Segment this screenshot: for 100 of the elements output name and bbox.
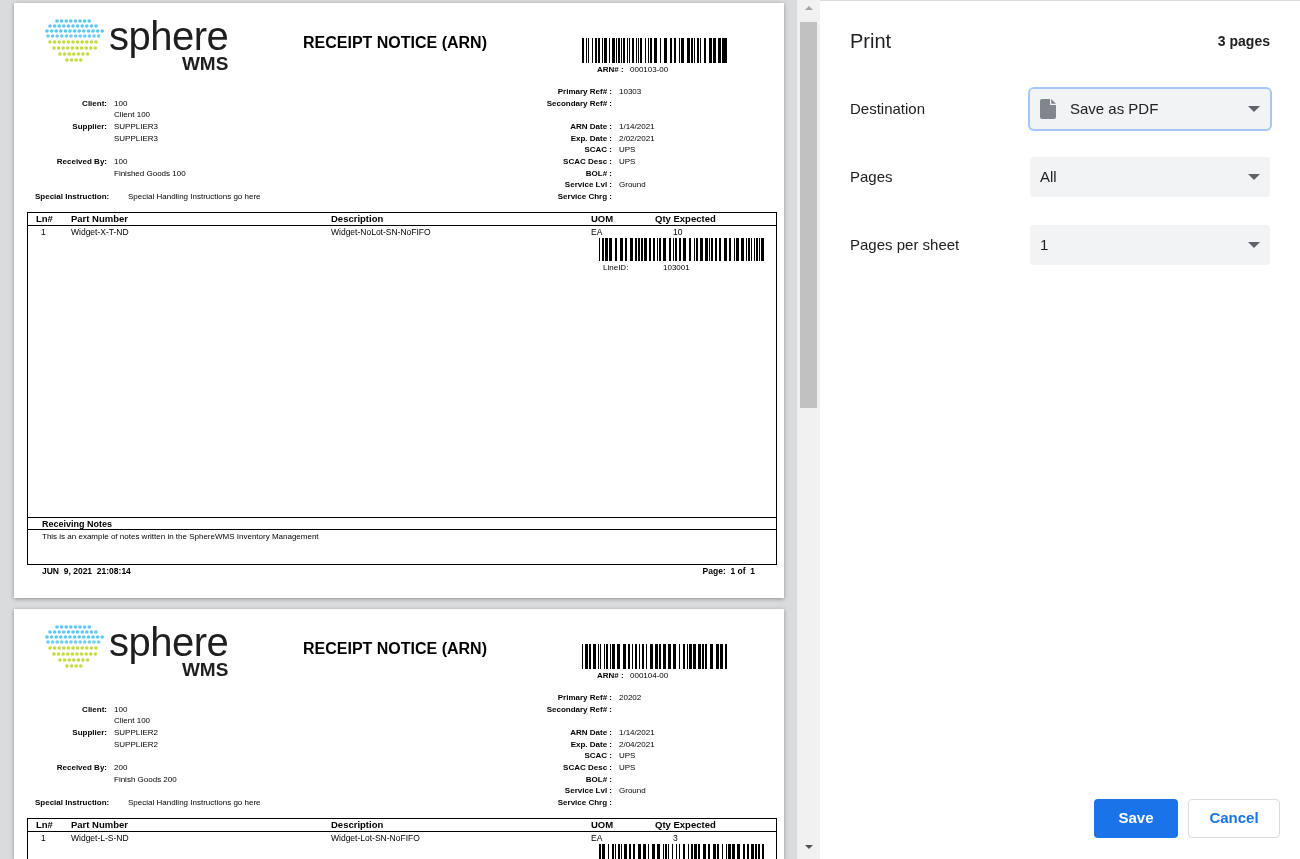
field-label: Received By: <box>56 762 107 774</box>
field-value: UPS <box>619 750 636 762</box>
field-value: 1/14/2021 <box>619 726 655 739</box>
table-cell: EA <box>591 226 603 238</box>
field-value: Finished Goods 100 <box>114 167 186 180</box>
field-label: SCAC Desc : <box>563 155 612 168</box>
field-value: Ground <box>619 179 646 191</box>
field-value: 000103-00 <box>630 65 669 74</box>
table-cell: 3 <box>673 832 678 844</box>
save-button[interactable]: Save <box>1094 799 1178 838</box>
dotted-sphere-icon <box>45 19 105 65</box>
field-value: 100 <box>114 156 128 168</box>
column-header: UOM <box>591 212 614 225</box>
logo-suffix: WMS <box>181 55 229 73</box>
field-value: 2/02/2021 <box>619 132 655 145</box>
table-cell: Widget-L-S-ND <box>71 832 129 844</box>
field-value: 100 <box>114 703 128 716</box>
setting-label: Pages per sheet <box>850 236 961 254</box>
column-header: Part Number <box>71 818 128 831</box>
field-label: ARN# : <box>597 671 624 680</box>
panel-title: Print <box>850 29 892 53</box>
field-label: Supplier: <box>72 121 107 133</box>
dotted-sphere-icon <box>45 625 105 671</box>
caret-icon <box>1248 106 1260 112</box>
page-count: 3 pages <box>1217 32 1270 50</box>
page-number: Page: 1 of 1 <box>702 565 755 577</box>
document-title: RECEIPT NOTICE (ARN) <box>303 34 487 53</box>
scroll-up-icon[interactable] <box>804 6 813 10</box>
field-value: 103001 <box>663 261 690 273</box>
field-label: SCAC : <box>584 750 612 762</box>
field-label: BOL# : <box>585 773 612 786</box>
field-label: ARN Date : <box>570 726 612 739</box>
column-header: Description <box>331 818 384 831</box>
field-value: 000104-00 <box>630 671 669 680</box>
scrollbar-thumb[interactable] <box>800 22 817 408</box>
field-value: 2/04/2021 <box>619 738 655 751</box>
field-label: ARN Date : <box>570 120 612 133</box>
field-value: SUPPLIER2 <box>114 738 159 751</box>
field-label: Supplier: <box>72 727 107 739</box>
column-header: Description <box>331 212 384 225</box>
column-header: Qty Expected <box>655 818 716 831</box>
field-value: Ground <box>619 785 646 797</box>
field-label: Service Chrg : <box>557 190 612 203</box>
field-label: Service Lvl : <box>564 785 612 797</box>
field-value: Client 100 <box>114 715 151 727</box>
notes-text: This is an example of notes written in the SphereWMS Inventory Management <box>42 530 319 542</box>
setting-label: Destination <box>850 100 927 118</box>
field-label: Client: <box>82 97 107 110</box>
cancel-button[interactable]: Cancel <box>1188 799 1280 838</box>
field-label: Client: <box>82 703 107 716</box>
column-header: Qty Expected <box>655 212 716 225</box>
field-value: 100 <box>114 97 128 110</box>
dropdown[interactable]: 1 <box>1030 225 1270 265</box>
field-value: SUPPLIER3 <box>114 132 159 145</box>
field-value: UPS <box>619 155 636 168</box>
field-label: Received By: <box>56 156 107 168</box>
table-cell: Widget-Lot-SN-NoFIFO <box>331 832 420 844</box>
field-value: 1/14/2021 <box>619 120 655 133</box>
table-cell: 10 <box>673 226 683 238</box>
caret-icon <box>1248 174 1260 180</box>
table-cell: EA <box>591 832 603 844</box>
field-label: Service Chrg : <box>557 796 612 809</box>
logo-suffix: WMS <box>181 661 229 679</box>
table-cell: Widget-X-T-ND <box>71 226 129 238</box>
field-label: Primary Ref# : <box>557 86 612 98</box>
table-cell: Widget-NoLot-SN-NoFIFO <box>331 226 431 238</box>
caret-icon <box>1248 242 1260 248</box>
scroll-down-icon[interactable] <box>804 845 813 849</box>
column-header: Ln# <box>36 818 53 831</box>
field-label: SCAC Desc : <box>563 761 612 774</box>
field-label: Exp. Date : <box>570 132 612 145</box>
field-label: Exp. Date : <box>570 738 612 751</box>
field-value: UPS <box>619 761 636 774</box>
field-label: Special Instruction: <box>35 798 110 807</box>
field-label: Service Lvl : <box>564 179 612 191</box>
field-value: Client 100 <box>114 109 151 121</box>
dropdown[interactable]: All <box>1030 157 1270 197</box>
column-header: UOM <box>591 818 614 831</box>
table-cell: 1 <box>41 226 46 238</box>
document-title: RECEIPT NOTICE (ARN) <box>303 640 487 659</box>
field-label: Secondary Ref# : <box>546 703 612 716</box>
field-label: BOL# : <box>585 167 612 180</box>
field-label: ARN# : <box>597 65 624 74</box>
field-value: 200 <box>114 762 128 774</box>
setting-label: Pages <box>850 168 894 186</box>
field-label: Primary Ref# : <box>557 692 612 704</box>
column-header: Part Number <box>71 212 128 225</box>
print-timestamp: JUN 9, 2021 21:08:14 <box>42 565 131 577</box>
field-label: Special Instruction: <box>35 192 110 201</box>
dropdown[interactable]: Save as PDF <box>1030 89 1270 129</box>
table-cell: 1 <box>41 832 46 844</box>
field-value: 10303 <box>619 86 642 98</box>
field-value: UPS <box>619 144 636 156</box>
field-value: SUPPLIER2 <box>114 727 159 739</box>
field-label: Secondary Ref# : <box>546 97 612 110</box>
file-icon <box>1040 99 1056 119</box>
section-title: Receiving Notes <box>42 517 113 530</box>
field-value: SUPPLIER3 <box>114 121 159 133</box>
field-label: LineID: <box>603 261 629 273</box>
field-value: Finish Goods 200 <box>114 773 177 786</box>
